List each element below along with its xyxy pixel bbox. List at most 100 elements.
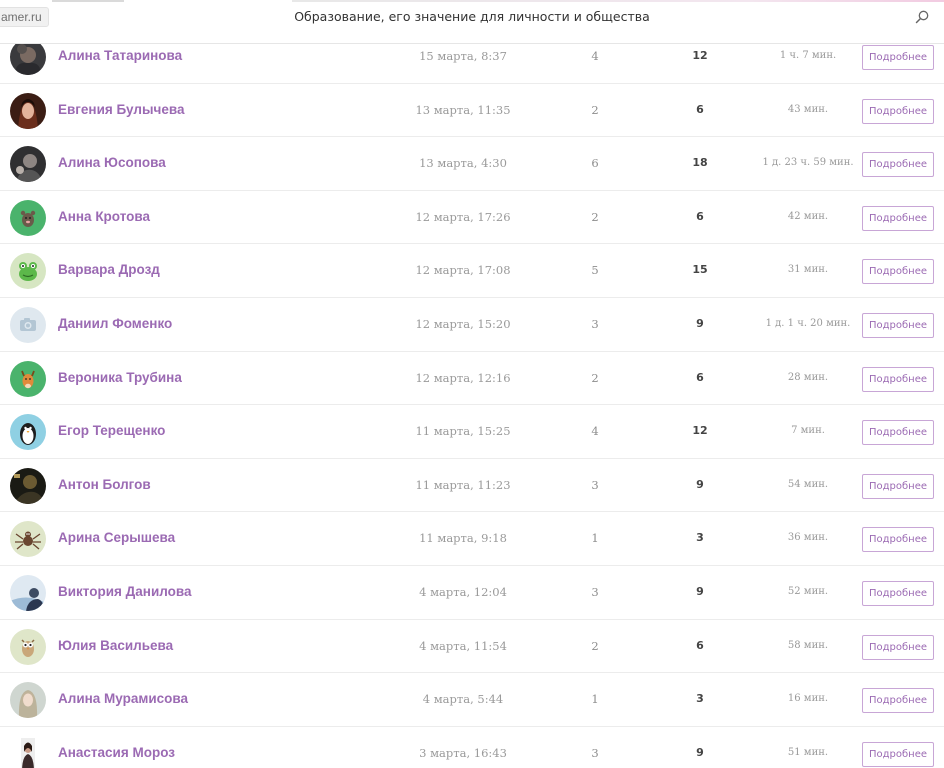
duration-text: 28 мин. bbox=[787, 371, 829, 383]
avatar[interactable] bbox=[10, 682, 46, 719]
attempt-date: 13 марта, 4:30 bbox=[419, 156, 507, 171]
user-name-link[interactable]: Анастасия Мороз bbox=[58, 745, 175, 760]
avatar[interactable] bbox=[10, 146, 46, 183]
avatar[interactable] bbox=[10, 574, 46, 611]
spider-icon[interactable] bbox=[10, 521, 46, 558]
attempt-date: 12 марта, 17:08 bbox=[415, 263, 511, 278]
answers-count: 2 bbox=[591, 638, 599, 653]
table-row: Виктория Данилова 4 марта, 12:04 3 9 52 мин.… bbox=[0, 566, 944, 620]
deer-icon[interactable] bbox=[10, 360, 46, 397]
avatar[interactable] bbox=[10, 467, 46, 504]
details-button[interactable]: Подробнее bbox=[862, 580, 934, 606]
score-value: 15 bbox=[692, 263, 708, 277]
user-name-link[interactable]: Вероника Трубина bbox=[58, 370, 182, 385]
user-name-link[interactable]: Даниил Фоменко bbox=[58, 316, 172, 331]
table-row: Вероника Трубина 12 марта, 12:16 2 6 28 мин.… bbox=[0, 352, 944, 406]
table-row: Арина Серышева 11 марта, 9:18 1 3 36 мин. Под… bbox=[0, 512, 944, 566]
duration-text: 31 мин. bbox=[787, 264, 829, 276]
details-button[interactable]: Подробнее bbox=[862, 259, 934, 285]
top-bar: amer.ru Образование, его значение для ли… bbox=[0, 0, 944, 44]
score-value: 6 bbox=[696, 209, 704, 223]
frog-icon[interactable] bbox=[10, 253, 46, 290]
user-name-link[interactable]: Арина Серышева bbox=[58, 530, 175, 545]
top-accent-left bbox=[52, 0, 124, 2]
attempt-date: 4 марта, 11:54 bbox=[419, 638, 507, 653]
attempt-date: 4 марта, 12:04 bbox=[419, 584, 507, 599]
user-name-link[interactable]: Варвара Дрозд bbox=[58, 262, 160, 277]
details-button[interactable]: Подробнее bbox=[862, 45, 934, 70]
score-value: 3 bbox=[696, 531, 704, 545]
answers-count: 3 bbox=[591, 584, 599, 599]
penguin-icon[interactable] bbox=[10, 414, 46, 451]
table-row: Варвара Дрозд 12 марта, 17:08 5 15 31 мин. По… bbox=[0, 244, 944, 298]
duration-text: 1 д. 1 ч. 20 мин. bbox=[765, 317, 851, 329]
score-value: 6 bbox=[696, 638, 704, 652]
results-table: Алина Татаринова 15 марта, 8:37 4 12 1 ч. 7 … bbox=[0, 30, 944, 768]
score-value: 12 bbox=[692, 49, 708, 62]
answers-count: 3 bbox=[591, 745, 599, 760]
user-name-link[interactable]: Евгения Булычева bbox=[58, 102, 184, 117]
score-value: 12 bbox=[692, 424, 708, 438]
answers-count: 3 bbox=[591, 477, 599, 492]
user-name-link[interactable]: Егор Терещенко bbox=[58, 423, 165, 438]
search-icon[interactable] bbox=[914, 9, 930, 25]
attempt-date: 12 марта, 12:16 bbox=[415, 370, 511, 385]
duration-text: 51 мин. bbox=[787, 746, 829, 758]
answers-count: 5 bbox=[591, 263, 599, 278]
user-name-link[interactable]: Алина Юсопова bbox=[58, 155, 166, 170]
user-name-link[interactable]: Алина Мурамисова bbox=[58, 691, 188, 706]
answers-count: 4 bbox=[591, 424, 599, 439]
attempt-date: 11 марта, 15:25 bbox=[415, 424, 511, 439]
score-value: 6 bbox=[696, 102, 704, 116]
duration-text: 1 ч. 7 мин. bbox=[779, 50, 837, 61]
table-row: Анастасия Мороз 3 марта, 16:43 3 9 51 мин. По… bbox=[0, 727, 944, 768]
details-button[interactable]: Подробнее bbox=[862, 634, 934, 660]
user-name-link[interactable]: Алина Татаринова bbox=[58, 48, 182, 63]
details-button[interactable]: Подробнее bbox=[862, 312, 934, 338]
score-value: 9 bbox=[696, 316, 704, 330]
table-row: Анна Кротова 12 марта, 17:26 2 6 42 мин. Подр… bbox=[0, 191, 944, 245]
details-button[interactable]: Подробнее bbox=[862, 527, 934, 553]
details-button[interactable]: Подробнее bbox=[862, 366, 934, 392]
camera-icon[interactable] bbox=[10, 306, 46, 343]
attempt-date: 11 марта, 9:18 bbox=[419, 531, 507, 546]
user-name-link[interactable]: Виктория Данилова bbox=[58, 584, 192, 599]
details-button[interactable]: Подробнее bbox=[862, 688, 934, 714]
details-button[interactable]: Подробнее bbox=[862, 205, 934, 231]
score-value: 18 bbox=[692, 156, 708, 170]
score-value: 6 bbox=[696, 370, 704, 384]
duration-text: 52 мин. bbox=[787, 585, 829, 597]
details-button[interactable]: Подробнее bbox=[862, 741, 934, 767]
details-button[interactable]: Подробнее bbox=[862, 98, 934, 124]
details-button[interactable]: Подробнее bbox=[862, 152, 934, 178]
user-name-link[interactable]: Анна Кротова bbox=[58, 209, 150, 224]
answers-count: 1 bbox=[591, 531, 599, 546]
duration-text: 16 мин. bbox=[787, 693, 829, 705]
answers-count: 2 bbox=[591, 102, 599, 117]
avatar[interactable] bbox=[10, 39, 46, 75]
score-value: 3 bbox=[696, 692, 704, 706]
table-row: Алина Мурамисова 4 марта, 5:44 1 3 16 мин. По… bbox=[0, 673, 944, 727]
owl-icon[interactable] bbox=[10, 628, 46, 665]
answers-count: 2 bbox=[591, 209, 599, 224]
details-button[interactable]: Подробнее bbox=[862, 420, 934, 446]
page-title: Образование, его значение для личности и… bbox=[294, 9, 650, 24]
duration-text: 42 мин. bbox=[787, 210, 829, 222]
attempt-date: 4 марта, 5:44 bbox=[422, 692, 504, 707]
attempt-date: 11 марта, 11:23 bbox=[415, 477, 511, 492]
duration-text: 1 д. 23 ч. 59 мин. bbox=[762, 157, 854, 169]
answers-count: 1 bbox=[591, 692, 599, 707]
score-value: 9 bbox=[696, 745, 704, 759]
top-accent-line bbox=[292, 0, 944, 2]
mole-icon[interactable] bbox=[10, 199, 46, 236]
duration-text: 7 мин. bbox=[791, 425, 825, 437]
table-row: Егор Терещенко 11 марта, 15:25 4 12 7 мин. По… bbox=[0, 405, 944, 459]
table-row: Антон Болгов 11 марта, 11:23 3 9 54 мин. Подр… bbox=[0, 459, 944, 513]
details-button[interactable]: Подробнее bbox=[862, 473, 934, 499]
user-name-link[interactable]: Юлия Васильева bbox=[58, 638, 173, 653]
user-name-link[interactable]: Антон Болгов bbox=[58, 477, 151, 492]
attempt-date: 13 марта, 11:35 bbox=[415, 102, 511, 117]
score-value: 9 bbox=[696, 584, 704, 598]
avatar[interactable] bbox=[10, 92, 46, 129]
avatar[interactable] bbox=[10, 735, 46, 768]
